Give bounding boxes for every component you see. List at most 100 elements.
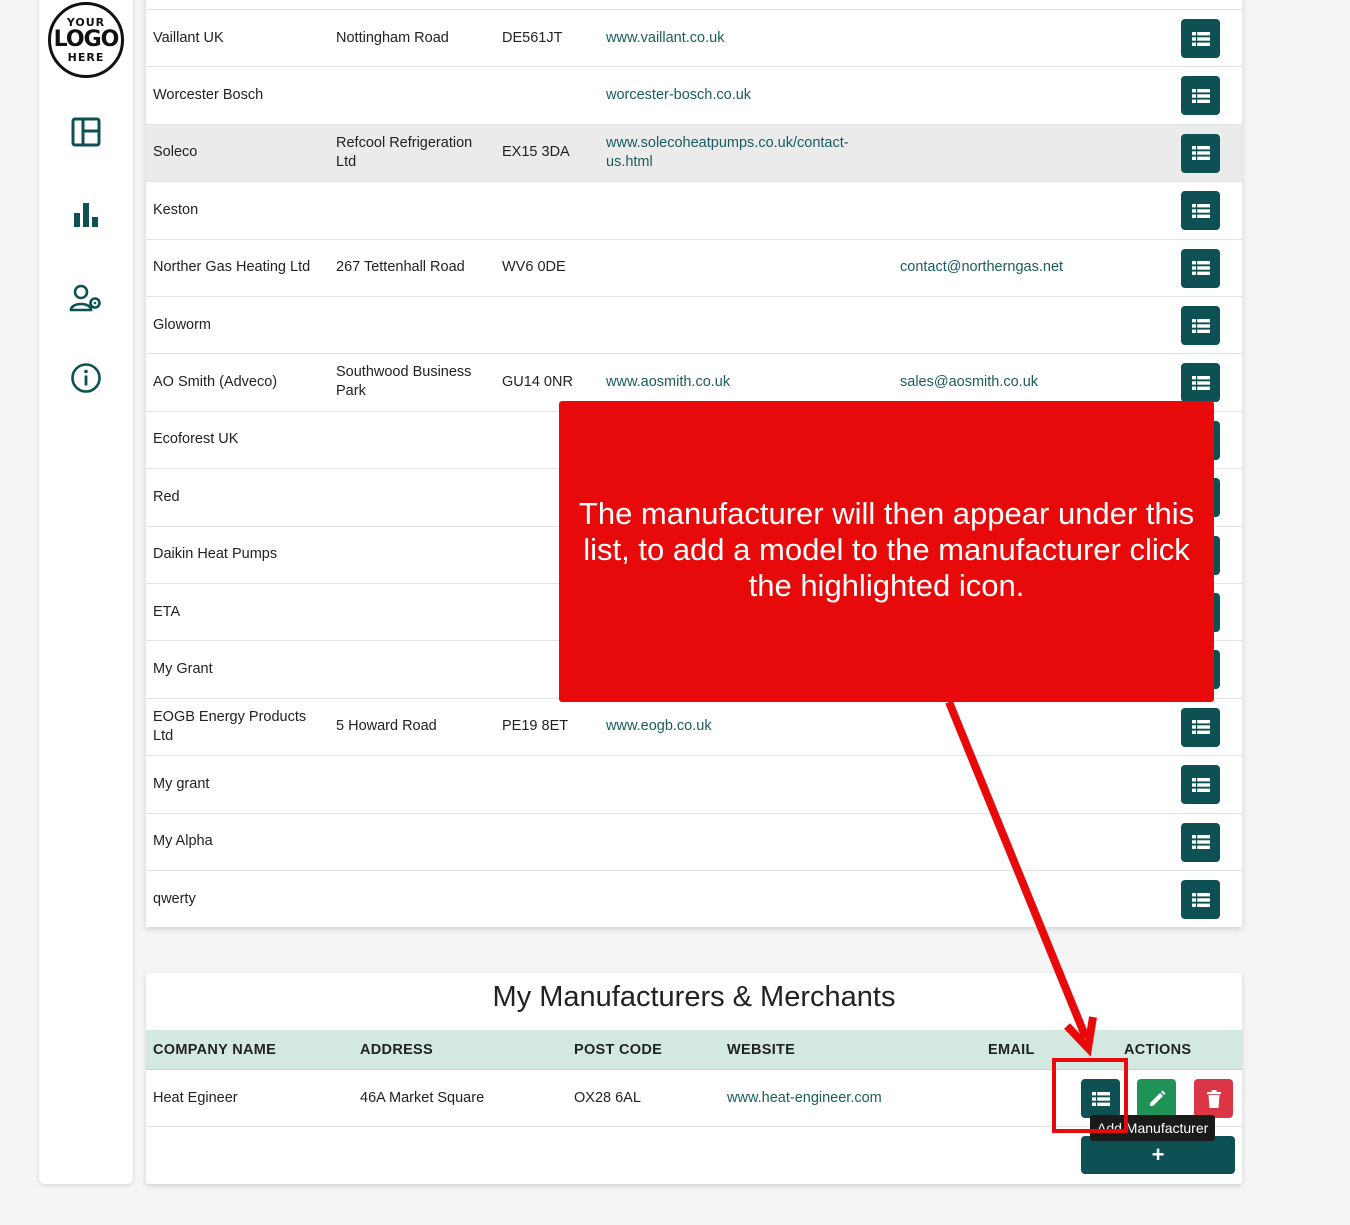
post-code: PE19 8ET <box>502 718 569 735</box>
address <box>336 584 496 640</box>
address: 5 Howard Road <box>336 718 437 735</box>
delete-button[interactable] <box>1194 1079 1233 1118</box>
company-name: Worcester Bosch <box>153 86 264 103</box>
view-models-button[interactable] <box>1181 765 1220 805</box>
email-link[interactable] <box>900 67 1160 123</box>
view-models-button[interactable] <box>1181 306 1220 345</box>
website-link[interactable]: www.heat-engineer.com <box>727 1070 882 1126</box>
email-link[interactable] <box>900 125 1160 181</box>
callout-text: The manufacturer will then appear under … <box>578 496 1195 603</box>
email-link[interactable] <box>900 814 1160 870</box>
table-row: Gloworm <box>146 296 1242 353</box>
address <box>336 641 496 697</box>
info-icon[interactable] <box>68 360 104 396</box>
user-settings-icon[interactable] <box>68 280 104 316</box>
email-link[interactable] <box>900 871 1160 927</box>
view-models-button[interactable] <box>1181 880 1220 919</box>
address <box>336 297 496 353</box>
company-name: Keston <box>153 201 199 218</box>
address <box>336 756 496 812</box>
list-icon <box>1191 892 1210 907</box>
list-icon <box>1191 261 1210 276</box>
address: Southwood Business Park <box>336 364 472 400</box>
view-models-button[interactable] <box>1181 363 1220 403</box>
list-icon <box>1191 777 1210 792</box>
header-address[interactable]: ADDRESS <box>360 1030 433 1069</box>
my-manufacturers-title: My Manufacturers & Merchants <box>492 981 896 1013</box>
header-actions: ACTIONS <box>1124 1041 1192 1058</box>
address: 267 Tettenhall Road <box>336 259 465 276</box>
company-name: AO Smith (Adveco) <box>153 373 278 390</box>
pencil-icon <box>1149 1090 1165 1106</box>
address: Nottingham Road <box>336 29 449 46</box>
company-name: My grant <box>153 775 210 792</box>
email-link[interactable] <box>900 182 1160 238</box>
highlight-box <box>1052 1058 1128 1133</box>
post-code <box>502 67 597 123</box>
trash-icon <box>1206 1089 1221 1108</box>
website-link[interactable] <box>606 240 876 296</box>
post-code: DE561JT <box>502 29 563 46</box>
company-name: Vaillant UK <box>153 29 224 46</box>
header-postcode[interactable]: POST CODE <box>574 1030 662 1069</box>
email-link[interactable] <box>900 10 1160 66</box>
website-link[interactable] <box>606 756 876 812</box>
website-link[interactable] <box>606 871 876 927</box>
website-link[interactable]: www.eogb.co.uk <box>606 699 876 755</box>
list-icon <box>1191 375 1210 390</box>
company-name: qwerty <box>153 890 196 907</box>
post-code: WV6 0DE <box>502 259 566 276</box>
website-link[interactable]: worcester-bosch.co.uk <box>606 67 876 123</box>
company-name: Gloworm <box>153 316 212 333</box>
table-row: Soleco Refcool Refrigeration Ltd EX15 3DA w… <box>146 123 1242 181</box>
table-row: My grant <box>146 755 1242 812</box>
view-models-button[interactable] <box>1181 248 1220 288</box>
email-link[interactable] <box>900 699 1160 755</box>
add-manufacturer-button[interactable]: + <box>1081 1136 1235 1174</box>
view-models-button[interactable] <box>1181 707 1220 747</box>
logo-line-3: HERE <box>67 51 105 64</box>
header-company[interactable]: COMPANY NAME <box>153 1030 276 1069</box>
company-name: My Alpha <box>153 833 213 850</box>
email-link[interactable]: contact@northerngas.net <box>900 240 1160 296</box>
view-models-button[interactable] <box>1181 19 1220 58</box>
bar-chart-icon[interactable] <box>68 196 104 232</box>
email-link[interactable] <box>900 297 1160 353</box>
table-row: Norther Gas Heating Ltd 267 Tettenhall Ro… <box>146 238 1242 296</box>
view-models-button[interactable] <box>1181 76 1220 116</box>
address <box>336 469 496 525</box>
post-code <box>502 756 597 812</box>
table-row: EOGB Energy Products Ltd 5 Howard Road PE1… <box>146 697 1242 755</box>
table-row: Keston <box>146 181 1242 238</box>
list-icon <box>1191 88 1210 103</box>
list-icon <box>1191 318 1210 333</box>
email-link[interactable] <box>900 756 1160 812</box>
website-link[interactable]: www.solecoheatpumps.co.uk/contact-us.htm… <box>606 125 876 181</box>
list-icon <box>1191 146 1210 161</box>
dashboard-icon[interactable] <box>68 114 104 150</box>
company-name: EOGB Energy Products Ltd <box>153 708 307 744</box>
company-name: Daikin Heat Pumps <box>153 546 278 563</box>
website-link[interactable] <box>606 182 876 238</box>
website-link[interactable] <box>606 297 876 353</box>
view-models-button[interactable] <box>1181 822 1220 862</box>
sidebar: YOUR LOGO HERE <box>39 0 133 1184</box>
view-models-button[interactable] <box>1181 191 1220 231</box>
post-code <box>502 297 597 353</box>
website-link[interactable] <box>606 814 876 870</box>
list-icon <box>1191 720 1210 735</box>
company-logo[interactable]: YOUR LOGO HERE <box>48 2 124 78</box>
list-icon <box>1191 31 1210 46</box>
address <box>336 814 496 870</box>
post-code <box>502 182 597 238</box>
edit-button[interactable] <box>1137 1079 1176 1118</box>
address: Refcool Refrigeration Ltd <box>336 134 473 170</box>
header-email[interactable]: EMAIL <box>988 1030 1035 1069</box>
header-website[interactable]: WEBSITE <box>727 1030 795 1069</box>
address: 46A Market Square <box>360 1089 485 1106</box>
view-models-button[interactable] <box>1181 133 1220 173</box>
table-row: qwerty <box>146 870 1242 927</box>
post-code: OX28 6AL <box>574 1089 641 1106</box>
table-row: Vaillant UK Nottingham Road DE561JT www.vai… <box>146 9 1242 66</box>
website-link[interactable]: www.vaillant.co.uk <box>606 10 876 66</box>
